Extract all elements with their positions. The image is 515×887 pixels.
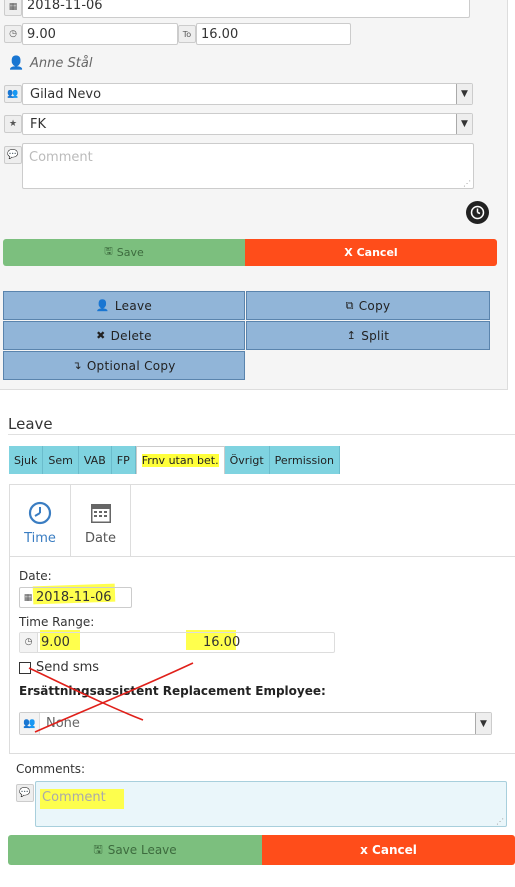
close-icon: ✖ <box>96 329 106 342</box>
cross-out-annotation <box>28 662 194 733</box>
divider <box>10 556 515 557</box>
chevron-down-icon[interactable]: ▼ <box>456 114 472 134</box>
split-button[interactable]: ↥ Split <box>246 321 490 350</box>
time-from-value: 9.00 <box>27 26 56 42</box>
comment-icon: 💬 <box>4 146 22 164</box>
tab-sjuk[interactable]: Sjuk <box>9 446 44 474</box>
time-range-field[interactable]: ◷ 9.00 16.00 <box>19 632 335 653</box>
comments-label: Comments: <box>16 762 86 776</box>
copy-label: Copy <box>358 298 391 313</box>
leave-button[interactable]: 👤 Leave <box>3 291 245 320</box>
delete-label: Delete <box>110 328 152 343</box>
leave-label: Leave <box>114 298 153 313</box>
time-range-label: Time Range: <box>19 615 95 629</box>
date-label: Date: <box>19 569 52 583</box>
clock-icon: ◷ <box>20 633 38 652</box>
employee-select-value: Gilad Nevo <box>30 86 102 102</box>
employee-select[interactable]: Gilad Nevo ▼ <box>22 83 473 105</box>
resize-handle-icon[interactable]: ⋰ <box>496 817 504 826</box>
time-to-field[interactable]: 16.00 <box>196 23 351 45</box>
shift-edit-panel: ▦ 2018-11-06 ◷ 9.00 To 16.00 👤 Anne Stål… <box>0 0 508 390</box>
tab-vab[interactable]: VAB <box>78 446 112 474</box>
leave-date-value: 2018-11-06 <box>36 590 112 605</box>
floppy-icon: 🖫 <box>93 842 103 856</box>
tab-fp[interactable]: FP <box>111 446 136 474</box>
time-from-field[interactable]: 9.00 <box>22 23 178 45</box>
tab-date-label: Date <box>84 531 117 546</box>
floppy-icon: 🖫 <box>104 246 113 257</box>
save-leave-label: Save Leave <box>107 843 177 857</box>
cancel-leave-label: x Cancel <box>360 843 417 857</box>
user-icon: 👤 <box>8 56 25 71</box>
date-value: 2018-11-06 <box>27 0 103 13</box>
date-field[interactable]: 2018-11-06 <box>22 0 470 18</box>
arrow-down-icon: ↴ <box>72 359 82 372</box>
save-label: Save <box>116 246 144 259</box>
category-select[interactable]: FK ▼ <box>22 113 473 135</box>
comment-placeholder: Comment <box>42 790 106 805</box>
copy-icon: ⧉ <box>345 298 354 312</box>
leave-type-tabs: Sjuk Sem VAB FP Frnv utan bet. Övrigt Pe… <box>9 446 341 474</box>
chevron-down-icon[interactable]: ▼ <box>456 84 472 104</box>
clock-icon <box>28 501 52 525</box>
save-button[interactable]: 🖫 Save <box>3 239 245 266</box>
tab-time[interactable]: Time <box>10 485 71 556</box>
tab-ovrigt[interactable]: Övrigt <box>224 446 270 474</box>
category-select-value: FK <box>30 116 47 132</box>
users-icon: 👥 <box>4 85 22 103</box>
star-icon: ★ <box>4 115 22 133</box>
leave-section-title: Leave <box>8 415 53 433</box>
cancel-leave-button[interactable]: x Cancel <box>262 835 515 865</box>
tab-permission[interactable]: Permission <box>269 446 341 474</box>
leave-comment-textarea[interactable]: Comment ⋰ <box>35 781 507 827</box>
clock-icon: ◷ <box>4 25 22 43</box>
save-leave-button[interactable]: 🖫 Save Leave <box>8 835 262 865</box>
calendar-icon: ▦ <box>4 0 22 16</box>
comment-placeholder: Comment <box>29 150 93 165</box>
split-icon: ↥ <box>346 329 357 342</box>
calendar-icon <box>90 504 111 523</box>
time-to-value[interactable]: 16.00 <box>203 635 240 650</box>
tab-time-label: Time <box>24 531 56 546</box>
tab-frnv-utan-bet[interactable]: Frnv utan bet. <box>135 446 225 474</box>
person-name: Anne Stål <box>30 56 93 71</box>
leave-date-field[interactable]: ▦ 2018-11-06 <box>19 587 132 608</box>
time-from-value[interactable]: 9.00 <box>41 635 186 650</box>
resize-handle-icon[interactable]: ⋰ <box>463 179 471 188</box>
cancel-label: X Cancel <box>344 246 398 259</box>
to-label: To <box>178 25 196 43</box>
comment-icon: 💬 <box>16 784 34 802</box>
chevron-down-icon[interactable]: ▼ <box>475 713 491 734</box>
tab-sem[interactable]: Sem <box>43 446 79 474</box>
divider <box>8 434 515 435</box>
calendar-icon: ▦ <box>23 592 33 603</box>
tab-date[interactable]: Date <box>71 485 131 556</box>
optional-copy-label: Optional Copy <box>86 358 176 373</box>
copy-button[interactable]: ⧉ Copy <box>246 291 490 320</box>
delete-button[interactable]: ✖ Delete <box>3 321 245 350</box>
user-icon: 👤 <box>95 299 110 312</box>
cancel-button[interactable]: X Cancel <box>245 239 497 266</box>
split-label: Split <box>361 328 390 343</box>
optional-copy-button[interactable]: ↴ Optional Copy <box>3 351 245 380</box>
comment-textarea[interactable]: Comment ⋰ <box>22 143 474 189</box>
time-to-value: 16.00 <box>201 26 239 42</box>
clock-button-icon[interactable] <box>466 201 489 224</box>
